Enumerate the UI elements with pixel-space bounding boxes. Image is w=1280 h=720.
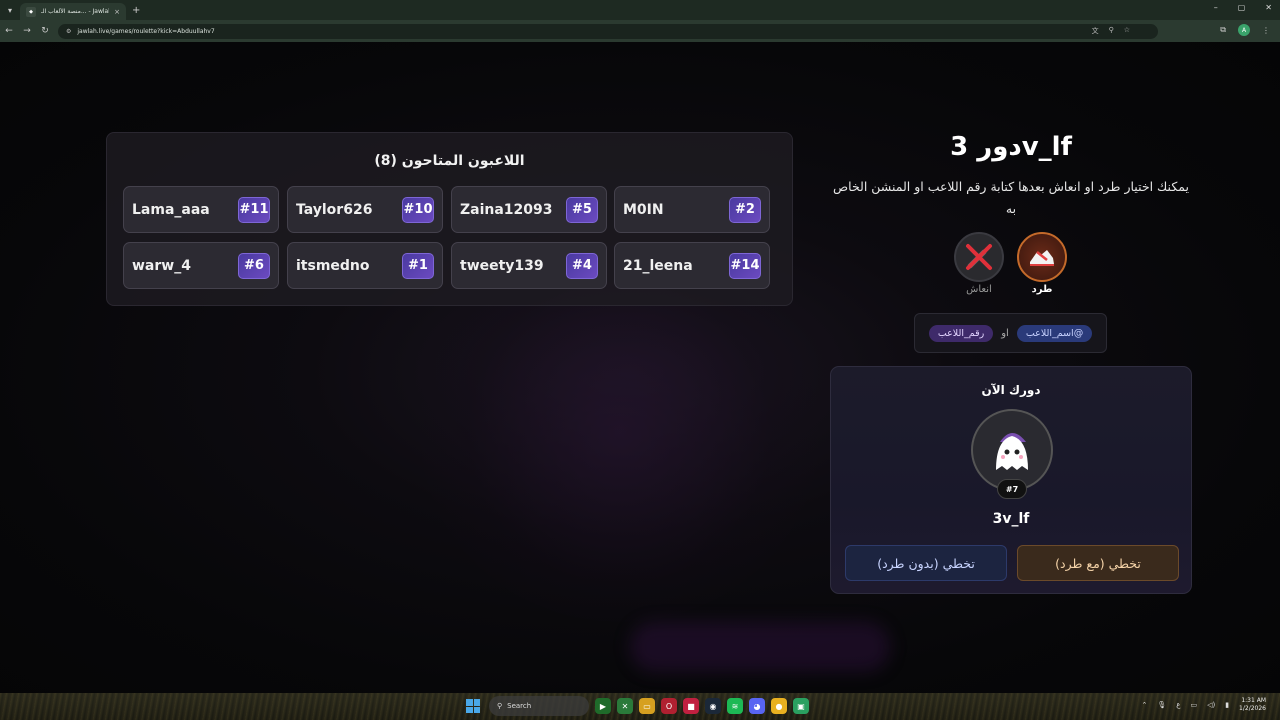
turn-instructions: يمكنك اختيار طرد او انعاش بعدها كتابة رق… [833, 179, 1189, 216]
player-number-badge: #2 [729, 196, 761, 223]
player-card[interactable]: Lama_aaa #11 [123, 186, 279, 233]
kick-label: طرد [1031, 284, 1053, 295]
current-turn-label: دورك الآن [981, 383, 1041, 397]
hint-or-text: او [1001, 327, 1009, 339]
player-name: tweety139 [460, 257, 544, 274]
player-card[interactable]: tweety139 #4 [451, 242, 607, 289]
tab-close-icon[interactable]: × [114, 8, 120, 16]
input-format-hint: @اسم_اللاعب او رقم_اللاعب [914, 313, 1107, 353]
tab-search-icon[interactable]: ▾ [0, 0, 20, 20]
player-card[interactable]: 21_leena #14 [614, 242, 770, 289]
window-controls: – ▢ ✕ [1214, 3, 1272, 12]
whatsapp-app-icon[interactable]: ▣ [793, 698, 809, 714]
steam-app-icon[interactable]: ◉ [705, 698, 721, 714]
clock-date: 1/2/2026 [1239, 705, 1266, 712]
forward-icon[interactable]: → [18, 26, 36, 36]
taskbar-search[interactable]: ⚲ Search [489, 696, 589, 716]
tab-title: منصة الألعاب الـ... - Jawlah | جولة [41, 8, 109, 15]
windows-taskbar: ⚲ Search ▶ ✕ ▭ O ■ ◉ ≋ ◕ ● ▣ ⌃ 🎙 ع ▭ ◁) … [0, 693, 1280, 720]
site-info-icon[interactable]: ⚙ [66, 28, 71, 35]
jawlah-favicon-icon: ◆ [26, 6, 36, 17]
player-number-badge: #7 [997, 479, 1027, 499]
available-players-panel: اللاعبون المتاحون (8) Lama_aaa #11 Taylo… [106, 132, 793, 306]
player-name: 21_leena [623, 257, 693, 274]
player-name: itsmedno [296, 257, 370, 274]
translate-icon[interactable]: 文 [1092, 26, 1099, 36]
zoom-icon[interactable]: ⚲ [1109, 26, 1114, 36]
player-number-badge: #6 [238, 252, 270, 279]
toolbar-right: ⧉ A ⋮ [1220, 24, 1270, 36]
taskbar-apps: ⚲ Search ▶ ✕ ▭ O ■ ◉ ≋ ◕ ● ▣ [463, 696, 809, 716]
browser-tab[interactable]: ◆ منصة الألعاب الـ... - Jawlah | جولة × [20, 3, 126, 20]
minimize-icon[interactable]: – [1214, 3, 1218, 12]
discord-app-icon[interactable]: ◕ [749, 698, 765, 714]
microphone-icon[interactable]: 🎙 [1157, 701, 1166, 709]
clock[interactable]: 1:31 AM 1/2/2026 [1239, 697, 1266, 713]
revive-action-button[interactable]: انعاش [952, 232, 1006, 295]
language-indicator[interactable]: ع [1176, 701, 1180, 709]
network-icon[interactable]: ▭ [1190, 701, 1197, 709]
close-window-icon[interactable]: ✕ [1265, 3, 1272, 12]
current-player-name: 3v_lf [992, 511, 1030, 527]
browser-tabbar: ▾ ◆ منصة الألعاب الـ... - Jawlah | جولة … [0, 0, 1280, 20]
battery-icon[interactable]: ▮ [1225, 701, 1229, 709]
nvidia-app-icon[interactable]: ▶ [595, 698, 611, 714]
menu-icon[interactable]: ⋮ [1262, 26, 1270, 35]
maximize-icon[interactable]: ▢ [1238, 3, 1246, 12]
volume-icon[interactable]: ◁) [1207, 701, 1215, 709]
current-turn-card: دورك الآن #7 3v_lf تخطي (مع طرد) تخطي (ب… [830, 366, 1192, 594]
player-number-badge: #11 [238, 196, 270, 223]
sneaker-kick-icon [1017, 232, 1067, 282]
extensions-icon[interactable]: ⧉ [1220, 25, 1226, 35]
revive-label: انعاش [966, 284, 992, 295]
skip-with-kick-button[interactable]: تخطي (مع طرد) [1017, 545, 1179, 581]
windows-start-icon[interactable] [463, 696, 483, 716]
url-text[interactable]: jawlah.live/games/roulette?kick=Abduulla… [77, 28, 214, 35]
player-card[interactable]: itsmedno #1 [287, 242, 443, 289]
back-icon[interactable]: ← [0, 26, 18, 36]
address-bar[interactable]: ⚙ jawlah.live/games/roulette?kick=Abduul… [58, 23, 1158, 39]
player-name: M0IN [623, 201, 664, 218]
player-card[interactable]: Taylor626 #10 [287, 186, 443, 233]
red-app-icon[interactable]: ■ [683, 698, 699, 714]
player-card[interactable]: Zaina12093 #5 [451, 186, 607, 233]
system-tray: ⌃ 🎙 ع ▭ ◁) ▮ 1:31 AM 1/2/2026 [1141, 697, 1266, 713]
xbox-app-icon[interactable]: ✕ [617, 698, 633, 714]
new-tab-button[interactable]: + [132, 5, 140, 16]
spotify-app-icon[interactable]: ≋ [727, 698, 743, 714]
player-number-badge: #5 [566, 196, 598, 223]
player-card[interactable]: warw_4 #6 [123, 242, 279, 289]
chrome-app-icon[interactable]: ● [771, 698, 787, 714]
player-number-badge: #4 [566, 252, 598, 279]
profile-avatar[interactable]: A [1238, 24, 1250, 36]
player-number-badge: #1 [402, 252, 434, 279]
ghost-avatar-icon [996, 433, 1028, 470]
player-name: Zaina12093 [460, 201, 553, 218]
browser-toolbar: ← → ↻ ⚙ jawlah.live/games/roulette?kick=… [0, 20, 1280, 42]
file-explorer-icon[interactable]: ▭ [639, 698, 655, 714]
player-number-badge: #14 [729, 252, 761, 279]
player-name: Taylor626 [296, 201, 373, 218]
background-glow-bottom [630, 622, 890, 672]
player-number-badge: #10 [402, 196, 434, 223]
player-name: warw_4 [132, 257, 191, 274]
kick-action-button[interactable]: طرد [1015, 232, 1069, 295]
number-chip: رقم_اللاعب [928, 324, 994, 342]
turn-title: دور 3v_lf [950, 132, 1072, 162]
opera-app-icon[interactable]: O [661, 698, 677, 714]
mention-chip: @اسم_اللاعب [1016, 324, 1093, 342]
syringe-revive-icon [954, 232, 1004, 282]
player-name: Lama_aaa [132, 201, 210, 218]
skip-without-kick-button[interactable]: تخطي (بدون طرد) [845, 545, 1007, 581]
tray-chevron-icon[interactable]: ⌃ [1141, 701, 1147, 709]
clock-time: 1:31 AM [1241, 697, 1266, 704]
bookmark-star-icon[interactable]: ☆ [1124, 26, 1130, 36]
search-icon: ⚲ [497, 702, 503, 710]
reload-icon[interactable]: ↻ [36, 26, 54, 36]
taskbar-search-label: Search [507, 702, 532, 710]
players-panel-title: اللاعبون المتاحون (8) [374, 153, 525, 169]
player-card[interactable]: M0IN #2 [614, 186, 770, 233]
game-page: اللاعبون المتاحون (8) Lama_aaa #11 Taylo… [0, 42, 1280, 693]
omnibox-actions: 文 ⚲ ☆ [1092, 26, 1130, 36]
